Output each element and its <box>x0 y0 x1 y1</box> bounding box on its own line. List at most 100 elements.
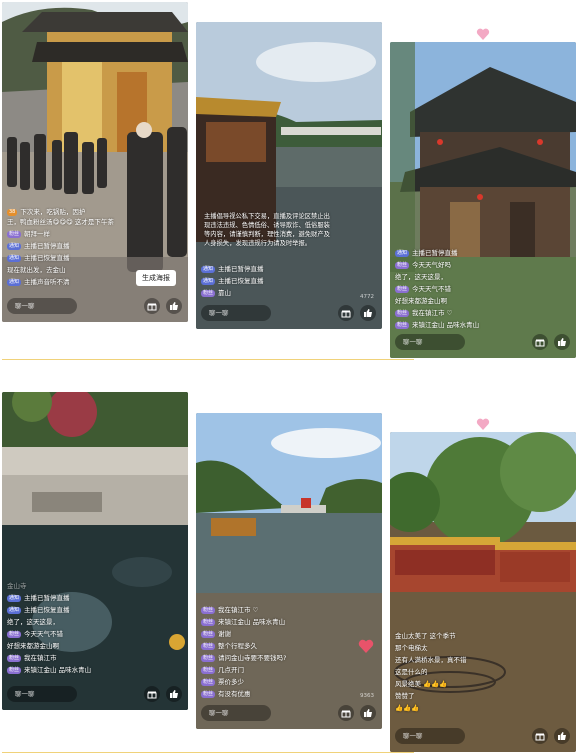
chat-message: 粉丝 谢谢 <box>201 630 286 639</box>
chat-message: 粉丝 我在镇江市 ♡ <box>395 309 479 318</box>
live-screen-6: 金山太美了 这个季节 那个电梯太 还有人满桥水景，真不错 这是什么的 风景绝美 … <box>390 432 576 752</box>
chat-message: 通知 主播已暂停直播 <box>7 242 70 251</box>
live-screen-4: 金山寺 通知 主播已暂停直播 通知 主播已恢复直播 绝了，这天这景， 粉丝 今天天气不… <box>2 392 188 710</box>
platform-notice: 主播倡导视公私下交易，直播及评论区禁止出现违法违规、色情低俗、诱导欺诈、低俗服装… <box>204 212 332 248</box>
divider-line <box>2 359 414 360</box>
fan-badge: 粉丝 <box>395 322 410 329</box>
chat-text: 那个电梯太 <box>395 644 428 652</box>
viewer-count: 4772 <box>360 294 374 300</box>
chat-message: 通知 主播已暂停直播 <box>395 249 479 258</box>
chat-text: 主播已恢复直播 <box>218 277 264 285</box>
chat-list: 金山太美了 这个季节 那个电梯太 还有人满桥水景，真不错 这是什么的 风景绝美 … <box>395 632 467 713</box>
chat-message: 好想来都游金山啊 <box>7 642 91 651</box>
chat-text: 绝了，这天这景， <box>7 618 59 626</box>
chat-list: 通知 主播已暂停直播 粉丝 今天天气好吗 绝了，这天这景， 粉丝 今天天气不错 好想来… <box>395 249 479 330</box>
chat-text: 几点开门 <box>218 666 245 674</box>
fan-badge: 粉丝 <box>395 310 410 317</box>
like-button[interactable] <box>554 334 570 350</box>
chat-message: 金山寺 <box>7 582 91 591</box>
heart-icon <box>476 28 490 40</box>
chat-text: 主播已恢复直播 <box>24 254 70 262</box>
fan-badge: 粉丝 <box>201 667 216 674</box>
chat-message: 粉丝 整个行程多久 <box>201 642 286 651</box>
chat-message: 粉丝 朝拜一样 <box>7 230 70 239</box>
live-screen-5: 粉丝 我在镇江市 ♡ 粉丝 来镇江金山 品味水青山 粉丝 谢谢 粉丝 整个行程多久 粉丝… <box>196 413 382 729</box>
chat-message: 粉丝 票价多少 <box>201 678 286 687</box>
fan-badge: 粉丝 <box>201 643 216 650</box>
chat-input[interactable]: 聊一聊 <box>7 686 77 702</box>
like-button[interactable] <box>166 298 182 314</box>
chat-text: 来镇江金山 品味水青山 <box>412 321 480 329</box>
chat-input[interactable]: 聊一聊 <box>201 305 271 321</box>
gift-button[interactable] <box>144 298 160 314</box>
chat-message: 👍👍👍 <box>395 704 467 713</box>
fan-badge: 粉丝 <box>395 286 410 293</box>
chat-text: 好想来都游金山啊 <box>395 297 447 305</box>
chat-text: 金山太美了 这个季节 <box>395 632 456 640</box>
chat-list: 金山寺 通知 主播已暂停直播 通知 主播已恢复直播 绝了，这天这景， 粉丝 今天天气不… <box>7 582 91 675</box>
generate-poster-button[interactable]: 生成海报 <box>136 270 176 286</box>
chat-text: 这是什么的 <box>395 668 428 676</box>
chat-text: 下次来，吃锅贴，因护 <box>20 208 86 216</box>
heart-icon <box>358 639 374 653</box>
gift-button[interactable] <box>338 705 354 721</box>
live-screen-3: 通知 主播已暂停直播 粉丝 今天天气好吗 绝了，这天这景， 粉丝 今天天气不错 好想来… <box>390 42 576 358</box>
gift-icon <box>341 710 351 718</box>
chat-message: 通知 主播声音听不清 <box>7 278 70 287</box>
chat-message: 粉丝 几点开门 <box>201 666 286 675</box>
chat-input[interactable]: 聊一聊 <box>7 298 77 314</box>
chat-text: 靠山 <box>218 289 232 297</box>
fan-badge: 粉丝 <box>201 619 216 626</box>
fan-badge: 粉丝 <box>395 262 410 269</box>
gift-button[interactable] <box>144 686 160 702</box>
fan-badge: 粉丝 <box>7 655 22 662</box>
gift-button[interactable] <box>532 334 548 350</box>
fan-badge: 粉丝 <box>201 631 216 638</box>
thumbs-up-icon <box>364 709 372 717</box>
thumbs-up-icon <box>558 338 566 346</box>
chat-message: 通知 主播已暂停直播 <box>7 594 91 603</box>
gift-icon <box>147 691 157 699</box>
level-badge: 38 <box>7 209 18 216</box>
like-button[interactable] <box>360 705 376 721</box>
chat-message: 粉丝 今天天气好吗 <box>395 261 479 270</box>
chat-message: 现在就出发，去金山 <box>7 266 70 275</box>
chat-message: 粉丝 今天天气不错 <box>7 630 91 639</box>
notice-badge: 通知 <box>7 279 22 286</box>
chat-message: 粉丝 我在镇江市 <box>7 654 91 663</box>
chat-text: 朝拜一样 <box>24 230 51 238</box>
gift-button[interactable] <box>532 728 548 744</box>
chat-text: 来镇江金山 品味水青山 <box>218 618 286 626</box>
gift-icon <box>147 303 157 311</box>
thumbs-up-icon <box>170 302 178 310</box>
chat-text: 整个行程多久 <box>218 642 258 650</box>
chat-message: 粉丝 我在镇江市 ♡ <box>201 606 286 615</box>
chat-text: 今天天气好吗 <box>412 261 452 269</box>
thumbs-up-icon <box>364 309 372 317</box>
notice-badge: 通知 <box>201 278 216 285</box>
chat-text: 主播已暂停直播 <box>24 242 70 250</box>
chat-text: 主播已暂停直播 <box>24 594 70 602</box>
chat-text: 主播已恢复直播 <box>24 606 70 614</box>
viewer-count: 9363 <box>360 693 374 699</box>
chat-text: 我在镇江市 ♡ <box>218 606 259 614</box>
chat-text: 主播已暂停直播 <box>412 249 458 257</box>
chat-text: 赞赞了 <box>395 692 415 700</box>
chat-message: 赞赞了 <box>395 692 467 701</box>
chat-message: 风景绝美 👍👍👍 <box>395 680 467 689</box>
chat-text: 今天天气不错 <box>412 285 452 293</box>
like-button[interactable] <box>360 305 376 321</box>
chat-input[interactable]: 聊一聊 <box>201 705 271 721</box>
chat-text: 来镇江金山 品味水青山 <box>24 666 92 674</box>
like-button[interactable] <box>166 686 182 702</box>
chat-message: 通知 主播已恢复直播 <box>7 254 70 263</box>
like-button[interactable] <box>554 728 570 744</box>
chat-list: 通知 主播已暂停直播 通知 主播已恢复直播 粉丝 靠山 <box>201 265 264 298</box>
chat-text: 王，鸭血粉丝汤😋😋😋 这才是下午茶 <box>7 218 114 226</box>
chat-message: 还有人满桥水景，真不错 <box>395 656 467 665</box>
chat-input[interactable]: 聊一聊 <box>395 728 465 744</box>
live-screen-2: 主播倡导视公私下交易，直播及评论区禁止出现违法违规、色情低俗、诱导欺诈、低俗服装… <box>196 22 382 329</box>
gift-button[interactable] <box>338 305 354 321</box>
chat-message: 粉丝 今天天气不错 <box>395 285 479 294</box>
chat-input[interactable]: 聊一聊 <box>395 334 465 350</box>
